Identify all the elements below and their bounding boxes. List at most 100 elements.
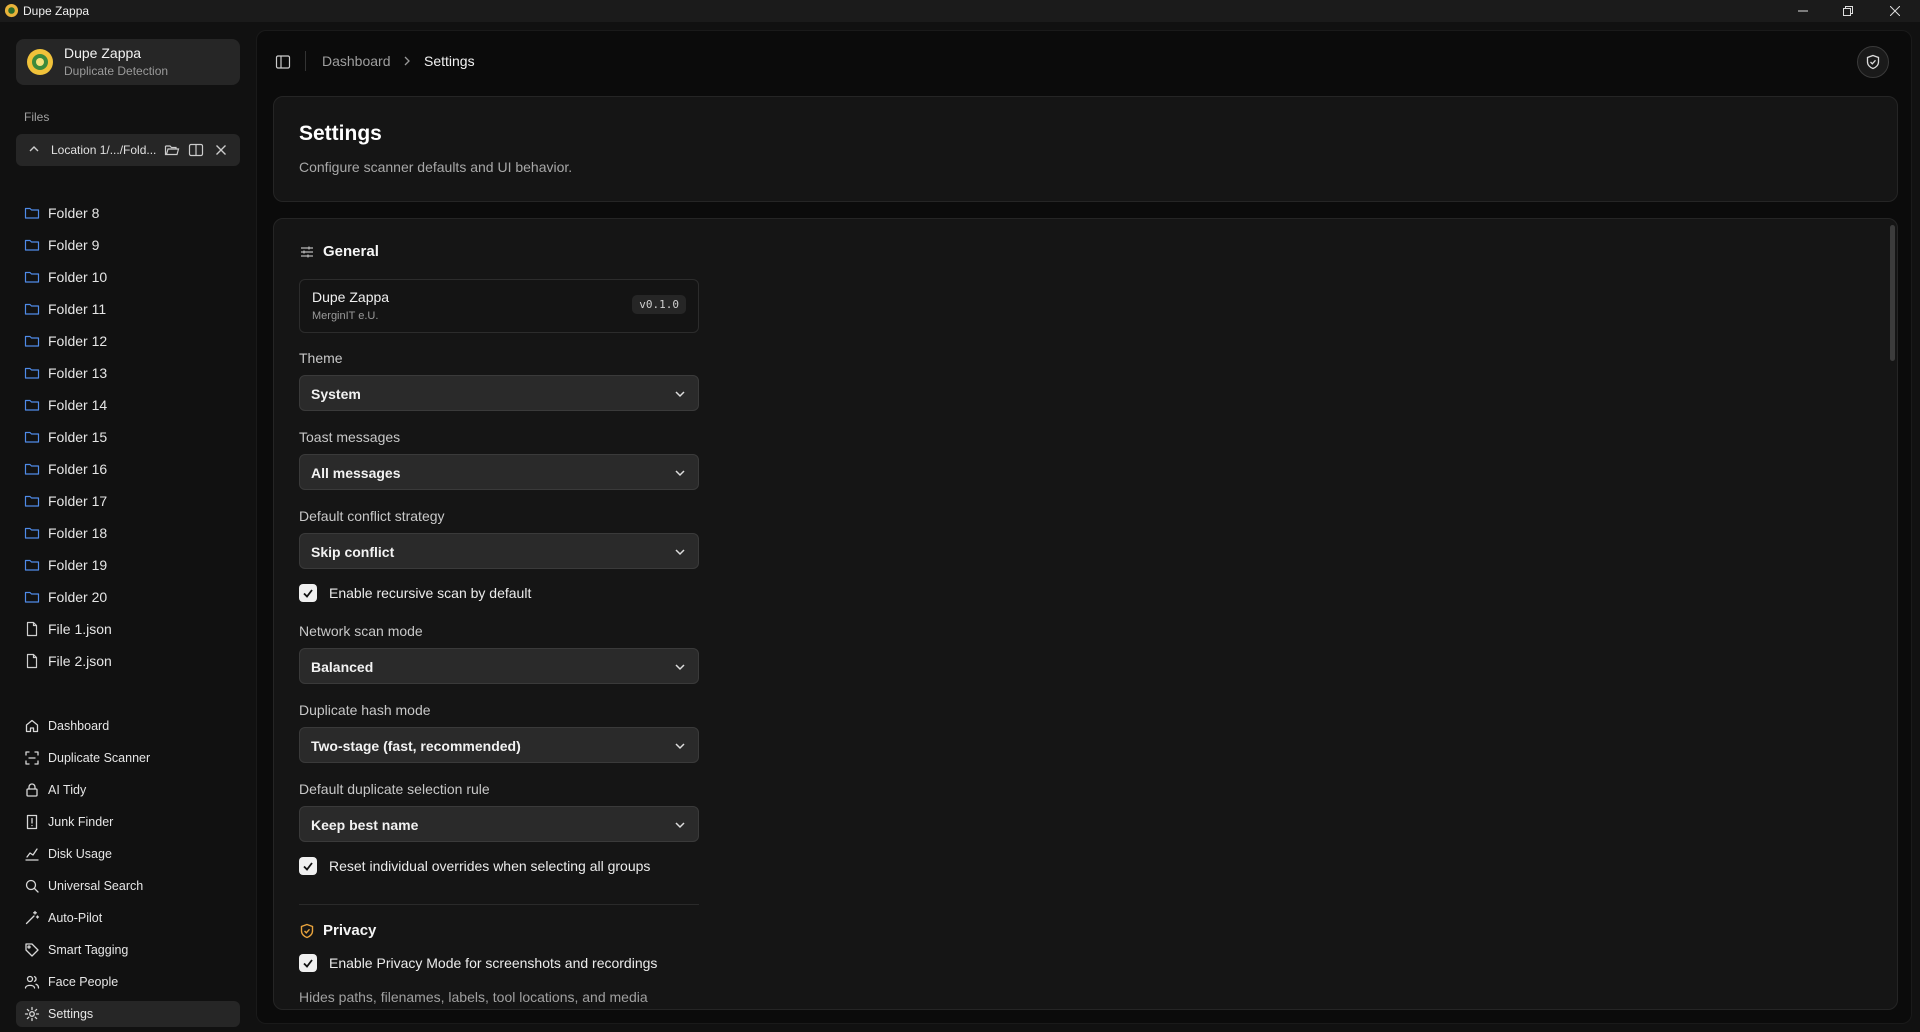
nav-item-label: Settings xyxy=(48,1007,94,1021)
nav-item-label: Junk Finder xyxy=(48,815,114,829)
chevron-right-icon xyxy=(404,56,410,66)
location-bar[interactable]: Location 1/.../Fold... xyxy=(16,134,240,166)
page-title: Settings xyxy=(299,122,382,145)
folder-icon xyxy=(24,463,40,475)
app-name: Dupe Zappa xyxy=(64,45,142,61)
privacy-mode-checkbox[interactable] xyxy=(299,954,317,972)
tree-folder-item[interactable]: Folder 19 xyxy=(24,554,107,576)
tree-folder-item[interactable]: Folder 13 xyxy=(24,362,107,384)
search-icon xyxy=(25,879,39,893)
folder-icon xyxy=(24,495,40,507)
sidebar-toggle-icon[interactable] xyxy=(275,54,291,70)
breadcrumb-current: Settings xyxy=(424,53,475,69)
nav-item-duplicate-scanner[interactable]: Duplicate Scanner xyxy=(16,745,240,771)
tree-item-label: Folder 20 xyxy=(48,589,108,605)
reset-overrides-row[interactable]: Reset individual overrides when selectin… xyxy=(299,857,650,875)
toast-value: All messages xyxy=(311,465,401,481)
theme-value: System xyxy=(311,386,361,402)
tree-folder-item[interactable]: Folder 15 xyxy=(24,426,107,448)
app-subtitle: Duplicate Detection xyxy=(64,64,169,78)
check-icon xyxy=(303,862,313,871)
nav-item-label: AI Tidy xyxy=(48,783,87,797)
hash-select[interactable]: Two-stage (fast, recommended) xyxy=(299,727,699,763)
selection-select[interactable]: Keep best name xyxy=(299,806,699,842)
tree-file-item[interactable]: File 1.json xyxy=(24,618,112,640)
nav-item-settings[interactable]: Settings xyxy=(16,1001,240,1027)
app-switcher[interactable]: Dupe Zappa Duplicate Detection xyxy=(16,39,240,85)
lock-icon xyxy=(26,783,38,797)
network-select[interactable]: Balanced xyxy=(299,648,699,684)
nav-item-smart-tagging[interactable]: Smart Tagging xyxy=(16,937,240,963)
close-window-button[interactable] xyxy=(1872,0,1918,22)
chart-icon xyxy=(25,848,39,861)
folder-icon xyxy=(24,239,40,251)
nav-item-dashboard[interactable]: Dashboard xyxy=(16,713,240,739)
tag-icon xyxy=(25,943,39,957)
info-app-name: Dupe Zappa xyxy=(312,289,390,305)
tree-folder-item[interactable]: Folder 18 xyxy=(24,522,107,544)
nav-item-junk-finder[interactable]: Junk Finder xyxy=(16,809,240,835)
tree-folder-item[interactable]: Folder 9 xyxy=(24,234,99,256)
home-icon xyxy=(25,719,39,733)
theme-label: Theme xyxy=(299,350,343,366)
tree-item-label: Folder 16 xyxy=(48,461,108,477)
tree-item-label: Folder 8 xyxy=(48,205,100,221)
chevron-down-icon xyxy=(675,822,685,829)
tree-item-label: Folder 18 xyxy=(48,525,108,541)
nav-item-disk-usage[interactable]: Disk Usage xyxy=(16,841,240,867)
close-icon xyxy=(1890,6,1900,16)
minimize-button[interactable] xyxy=(1780,0,1826,22)
tree-folder-item[interactable]: Folder 17 xyxy=(24,490,107,512)
recursive-scan-checkbox[interactable] xyxy=(299,584,317,602)
toast-select[interactable]: All messages xyxy=(299,454,699,490)
recursive-scan-label: Enable recursive scan by default xyxy=(329,585,532,601)
info-company: MerginIT e.U. xyxy=(312,310,379,322)
tree-folder-item[interactable]: Folder 20 xyxy=(24,586,107,608)
title-bar: Dupe Zappa xyxy=(0,0,1920,22)
app-logo-icon xyxy=(27,49,53,75)
theme-select[interactable]: System xyxy=(299,375,699,411)
nav-item-auto-pilot[interactable]: Auto-Pilot xyxy=(16,905,240,931)
section-divider xyxy=(299,904,699,905)
folder-icon xyxy=(24,335,40,347)
conflict-select[interactable]: Skip conflict xyxy=(299,533,699,569)
tree-file-item[interactable]: File 2.json xyxy=(24,650,112,672)
reset-overrides-label: Reset individual overrides when selectin… xyxy=(329,858,651,874)
breadcrumb-dashboard[interactable]: Dashboard xyxy=(322,53,391,69)
nav-item-label: Auto-Pilot xyxy=(48,911,103,925)
window-title: Dupe Zappa xyxy=(23,4,90,18)
scrollbar-thumb[interactable] xyxy=(1890,225,1895,361)
chevron-up-icon[interactable] xyxy=(28,143,40,155)
chevron-down-icon xyxy=(675,664,685,671)
split-view-icon[interactable] xyxy=(188,142,204,158)
files-section-label: Files xyxy=(24,110,50,124)
minimize-icon xyxy=(1798,10,1808,12)
tree-folder-item[interactable]: Folder 14 xyxy=(24,394,107,416)
tree-folder-item[interactable]: Folder 10 xyxy=(24,266,107,288)
selection-value: Keep best name xyxy=(311,817,419,833)
nav-item-universal-search[interactable]: Universal Search xyxy=(16,873,240,899)
close-icon[interactable] xyxy=(213,142,229,158)
nav-item-label: Smart Tagging xyxy=(48,943,129,957)
tree-folder-item[interactable]: Folder 8 xyxy=(24,202,99,224)
nav-item-label: Universal Search xyxy=(48,879,144,893)
app-logo-icon xyxy=(4,3,19,18)
privacy-shield-button[interactable] xyxy=(1857,46,1889,78)
nav-item-ai-tidy[interactable]: AI Tidy xyxy=(16,777,240,803)
location-path: Location 1/.../Fold... xyxy=(51,143,157,157)
open-folder-icon[interactable] xyxy=(164,142,180,158)
scan-icon xyxy=(25,751,39,765)
tree-folder-item[interactable]: Folder 11 xyxy=(24,298,106,320)
privacy-mode-row[interactable]: Enable Privacy Mode for screenshots and … xyxy=(299,954,657,972)
page-description: Configure scanner defaults and UI behavi… xyxy=(299,159,573,175)
tree-folder-item[interactable]: Folder 12 xyxy=(24,330,107,352)
nav-item-face-people[interactable]: Face People xyxy=(16,969,240,995)
conflict-value: Skip conflict xyxy=(311,544,395,560)
tree-folder-item[interactable]: Folder 16 xyxy=(24,458,107,480)
recursive-scan-row[interactable]: Enable recursive scan by default xyxy=(299,584,531,602)
restore-button[interactable] xyxy=(1825,0,1871,22)
file-icon xyxy=(26,621,38,637)
reset-overrides-checkbox[interactable] xyxy=(299,857,317,875)
page-header-card: Settings Configure scanner defaults and … xyxy=(273,96,1898,202)
privacy-mode-label: Enable Privacy Mode for screenshots and … xyxy=(329,955,658,971)
